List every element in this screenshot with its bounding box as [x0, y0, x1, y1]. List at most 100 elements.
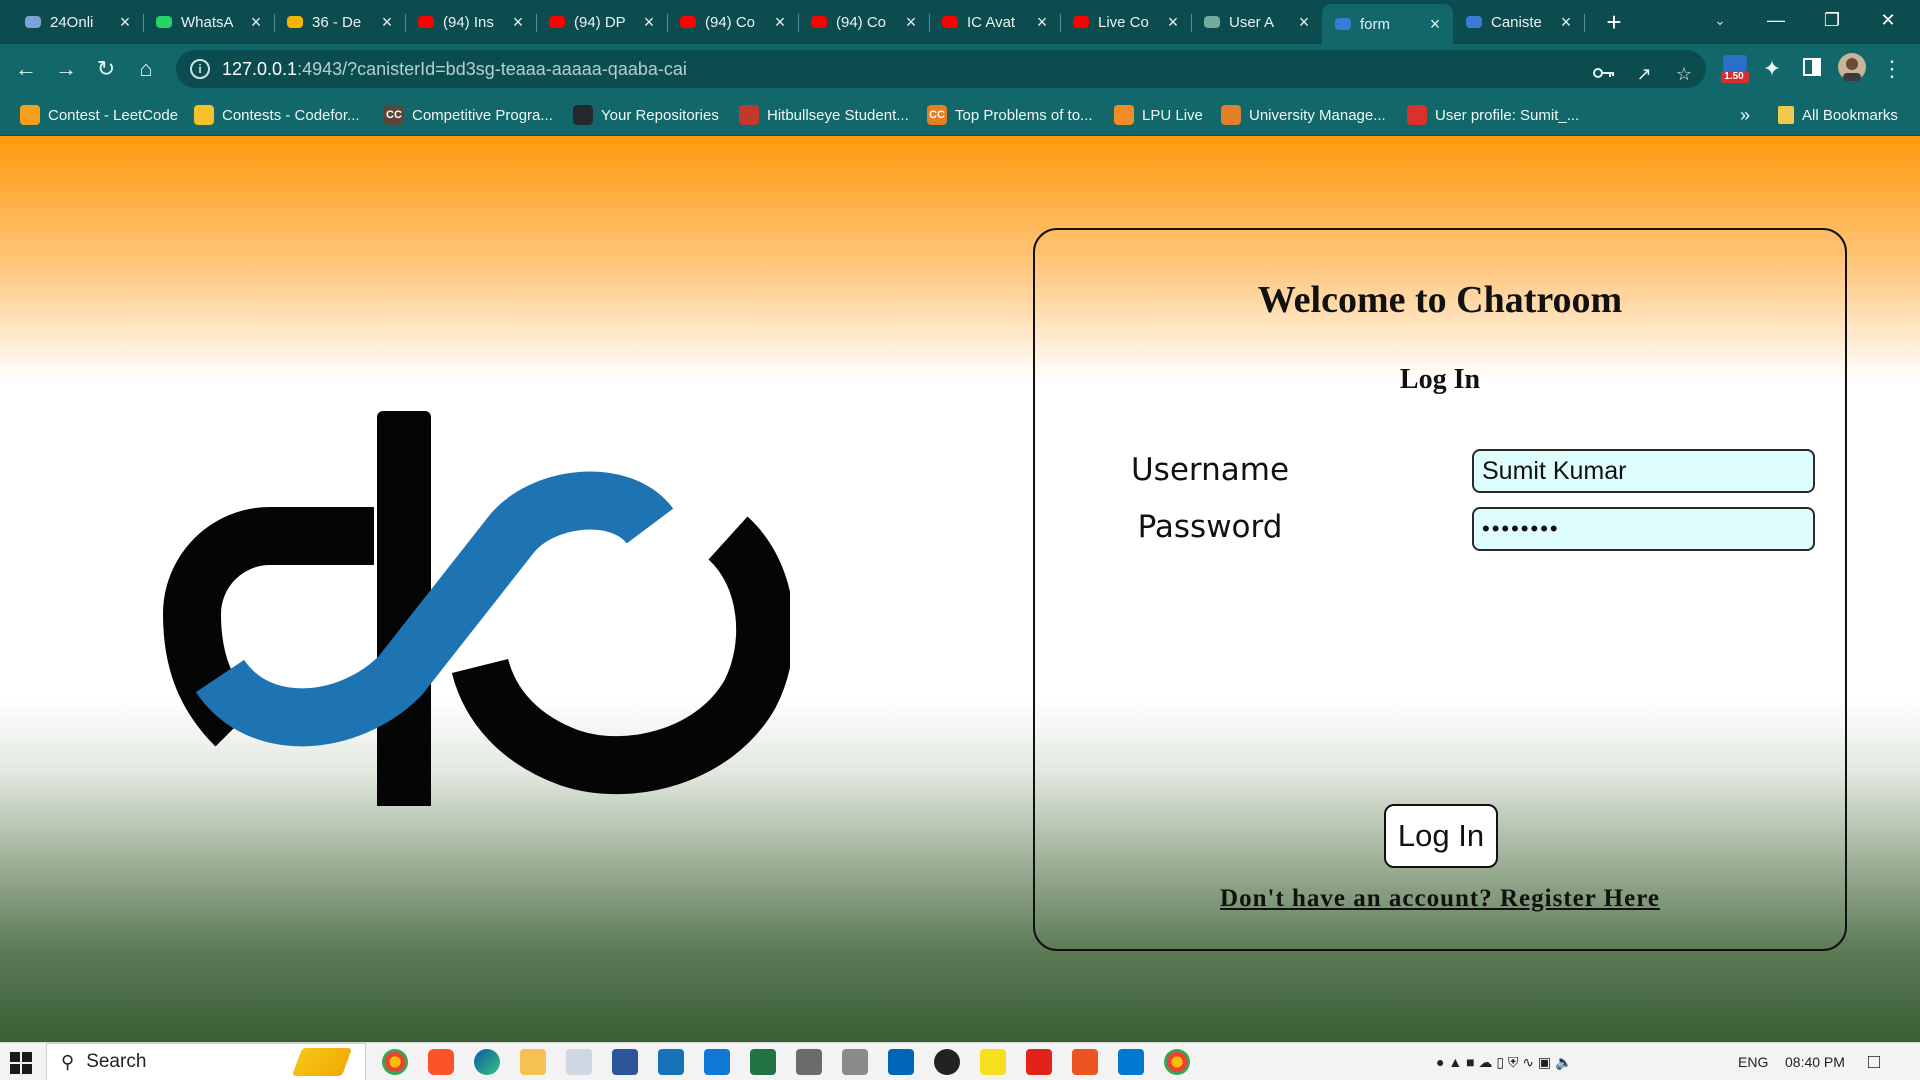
windows-start-icon[interactable]	[10, 1052, 32, 1079]
youtube-icon	[941, 13, 959, 31]
tab-strip: 24Onli × WhatsA × 36 - De × (94) Ins × (94) DP ×(…	[0, 0, 1920, 44]
tab-title: IC Avat	[967, 13, 1016, 31]
tab-close-icon[interactable]: ×	[1165, 12, 1181, 33]
tab-4[interactable]: (94) DP ×	[536, 4, 668, 40]
ubuntu-icon[interactable]	[1072, 1049, 1098, 1075]
tab-close-icon[interactable]: ×	[903, 12, 919, 33]
password-label: Password	[1137, 509, 1283, 545]
taskbar-search[interactable]: ⚲ Search	[46, 1043, 366, 1080]
bookmark-item[interactable]: Your Repositories	[573, 102, 719, 128]
excel-icon[interactable]	[750, 1049, 776, 1075]
chrome-active-icon[interactable]	[1164, 1049, 1190, 1075]
tab-7[interactable]: IC Avat ×	[929, 4, 1061, 40]
home-icon[interactable]: ⌂	[130, 53, 162, 85]
tab-close-icon[interactable]: ×	[1296, 12, 1312, 33]
tab-close-icon[interactable]: ×	[1034, 12, 1050, 33]
bookmark-label: Competitive Progra...	[412, 106, 553, 124]
tab-close-icon[interactable]: ×	[641, 12, 657, 33]
tab-close-icon[interactable]: ×	[1558, 12, 1574, 33]
tab-11[interactable]: Caniste ×	[1453, 4, 1585, 40]
edge-icon[interactable]	[474, 1049, 500, 1075]
tab-3[interactable]: (94) Ins ×	[405, 4, 537, 40]
tab-title: User A	[1229, 13, 1275, 31]
mail-icon[interactable]	[704, 1049, 730, 1075]
restore-icon[interactable]: ❐	[1804, 0, 1860, 40]
bookmark-item[interactable]: University Manage...	[1221, 102, 1386, 128]
bookmark-label: Top Problems of to...	[955, 106, 1093, 124]
codechef-orange-icon: CC	[927, 105, 947, 125]
profile-avatar[interactable]	[1836, 53, 1868, 85]
tab-title: Caniste	[1491, 13, 1542, 31]
cloud-icon	[24, 13, 42, 31]
bookmark-item[interactable]: User profile: Sumit_...	[1407, 102, 1579, 128]
whatsapp-icon	[155, 13, 173, 31]
search-label: Search	[86, 1051, 147, 1072]
bookmark-star-icon[interactable]: ☆	[1669, 59, 1699, 89]
language-indicator[interactable]: ENG	[1738, 1043, 1768, 1080]
reload-icon[interactable]: ↻	[90, 53, 122, 85]
kebab-menu-icon[interactable]: ⋮	[1876, 53, 1908, 85]
bookmark-item[interactable]: CC Top Problems of to...	[927, 102, 1093, 128]
tab-8[interactable]: Live Co ×	[1060, 4, 1192, 40]
side-panel-icon[interactable]	[1796, 53, 1828, 85]
site-info-icon[interactable]: i	[190, 59, 210, 79]
tab-close-icon[interactable]: ×	[510, 12, 526, 33]
tab-9[interactable]: User A ×	[1191, 4, 1322, 40]
tasks-icon[interactable]	[566, 1049, 592, 1075]
forward-icon[interactable]: →	[50, 53, 82, 85]
recorder-icon[interactable]	[1026, 1049, 1052, 1075]
tab-10[interactable]: form ×	[1322, 4, 1453, 44]
tab-close-icon[interactable]: ×	[1427, 14, 1443, 35]
tab-6[interactable]: (94) Co ×	[798, 4, 930, 40]
tab-2[interactable]: 36 - De ×	[274, 4, 406, 40]
username-input[interactable]	[1472, 449, 1815, 493]
close-window-icon[interactable]: ✕	[1860, 0, 1916, 40]
tab-close-icon[interactable]: ×	[379, 12, 395, 33]
logo-left-ring	[163, 507, 374, 616]
media-player-icon[interactable]	[934, 1049, 960, 1075]
codechef-icon: CC	[384, 105, 404, 125]
store-icon[interactable]	[888, 1049, 914, 1075]
new-tab-button[interactable]: +	[1598, 6, 1630, 38]
bookmark-item[interactable]: CC Competitive Progra...	[384, 102, 553, 128]
camera-icon[interactable]	[842, 1049, 868, 1075]
address-bar[interactable]: i 127.0.0.1:4943/?canisterId=bd3sg-teaaa…	[176, 50, 1706, 88]
notification-icon[interactable]: □	[1868, 1043, 1880, 1080]
bookmarks-overflow-icon[interactable]: »	[1740, 102, 1750, 128]
clock[interactable]: 08:40 PM	[1785, 1043, 1845, 1080]
file-explorer-icon[interactable]	[520, 1049, 546, 1075]
tab-close-icon[interactable]: ×	[772, 12, 788, 33]
youtube-icon	[548, 13, 566, 31]
back-icon[interactable]: ←	[10, 53, 42, 85]
tab-5[interactable]: (94) Co ×	[667, 4, 799, 40]
bookmark-item[interactable]: LPU Live	[1114, 102, 1203, 128]
tab-0[interactable]: 24Onli ×	[12, 4, 144, 40]
tab-search-icon[interactable]: ⌄	[1708, 8, 1732, 32]
bookmark-label: Your Repositories	[601, 106, 719, 124]
tray-icons[interactable]: ● ▲ ■ ☁ ▯ ⛨ ∿ ▣ 🔈	[1436, 1043, 1572, 1080]
tab-1[interactable]: WhatsA ×	[143, 4, 275, 40]
register-link[interactable]: Don't have an account? Register Here	[1035, 885, 1845, 913]
password-input[interactable]	[1472, 507, 1815, 551]
all-bookmarks-button[interactable]: All Bookmarks	[1778, 102, 1898, 128]
bookmarks-bar: Contest - LeetCode Contests - Codefor... C…	[0, 94, 1920, 136]
bookmark-item[interactable]: Contests - Codefor...	[194, 102, 360, 128]
bookmark-item[interactable]: Hitbullseye Student...	[739, 102, 909, 128]
tab-close-icon[interactable]: ×	[248, 12, 264, 33]
puzzle-extensions-icon[interactable]: ✦	[1756, 53, 1788, 85]
youtube-icon	[1072, 13, 1090, 31]
calculator-icon[interactable]	[796, 1049, 822, 1075]
password-key-icon[interactable]	[1589, 59, 1619, 89]
minimize-icon[interactable]: —	[1748, 0, 1804, 40]
vscode-icon[interactable]	[1118, 1049, 1144, 1075]
bookmark-item[interactable]: Contest - LeetCode	[20, 102, 178, 128]
tab-close-icon[interactable]: ×	[117, 12, 133, 33]
word-icon[interactable]	[612, 1049, 638, 1075]
youtube-icon	[810, 13, 828, 31]
sticky-notes-icon[interactable]	[980, 1049, 1006, 1075]
login-button[interactable]: Log In	[1384, 804, 1498, 868]
brave-icon[interactable]	[428, 1049, 454, 1075]
media-icon[interactable]	[658, 1049, 684, 1075]
share-icon[interactable]: ↗	[1629, 59, 1659, 89]
chrome-icon[interactable]	[382, 1049, 408, 1075]
